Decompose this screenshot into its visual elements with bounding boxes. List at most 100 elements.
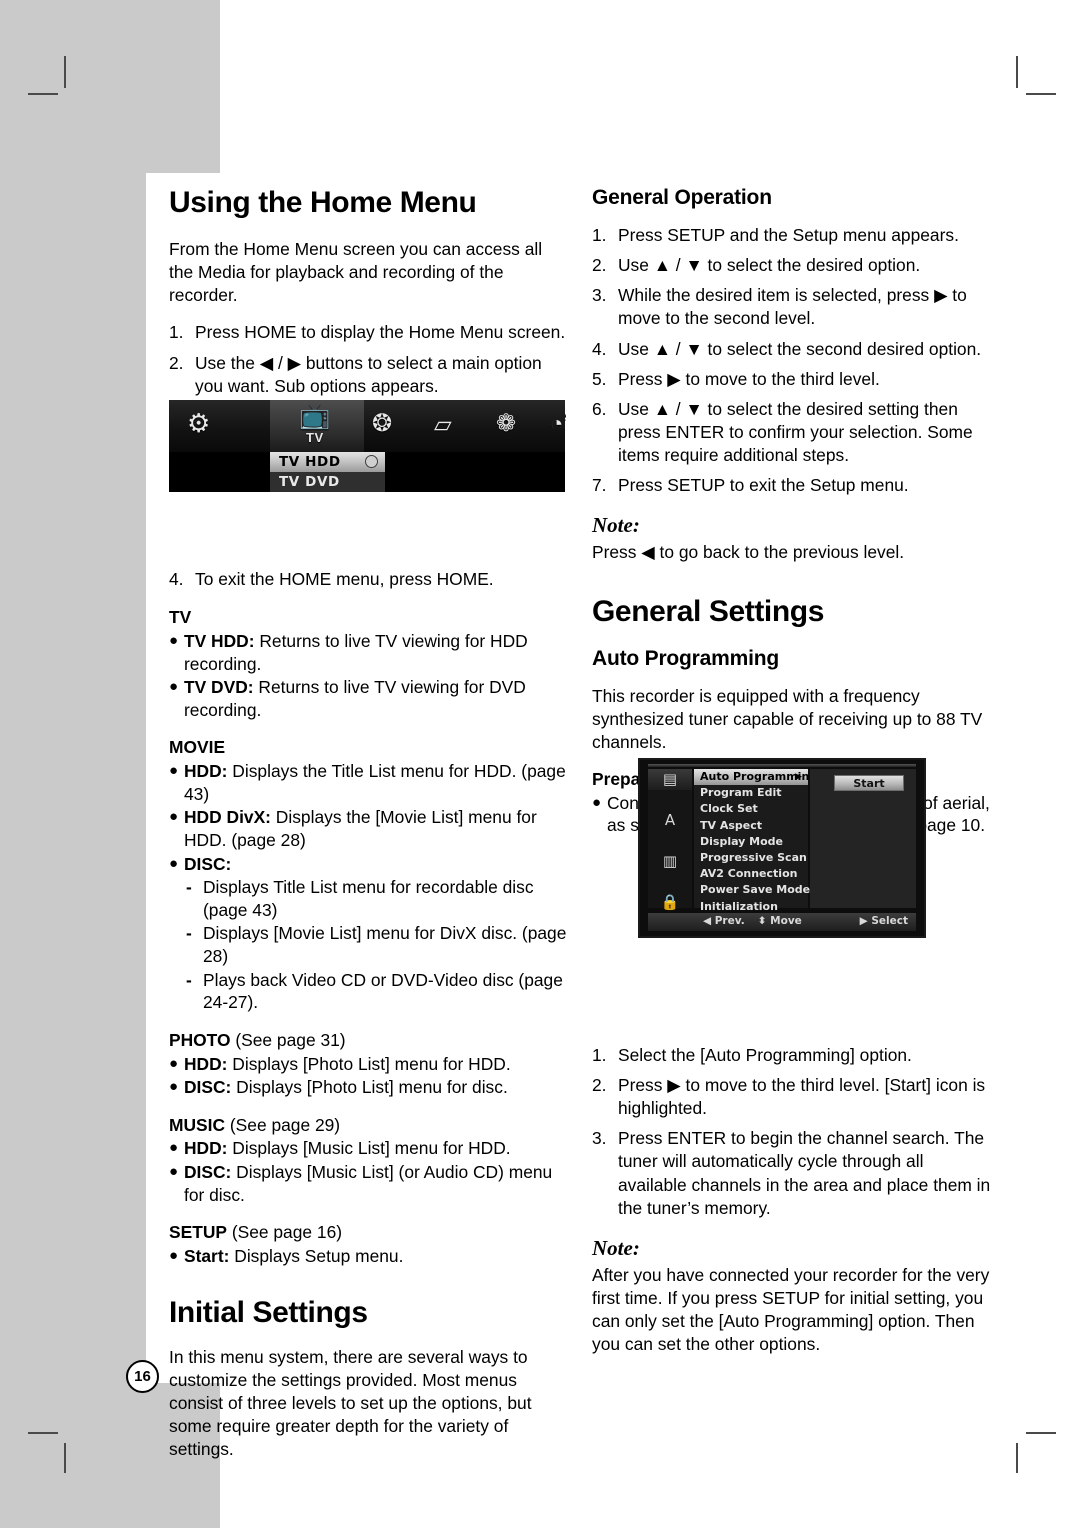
setup-item-label: Initialization [700, 899, 778, 913]
step-number: 6. [592, 398, 607, 419]
bullet-body: Displays [Music List] menu for HDD. [227, 1138, 511, 1159]
bullet-dot-icon: ● [169, 678, 179, 696]
group-title-suffix: (See page 16) [226, 1222, 343, 1243]
setup-item-display-mode[interactable]: Display Mode [694, 834, 808, 850]
music-icon[interactable]: ❁ [496, 409, 516, 438]
bullet-text: HDD: Displays [Photo List] menu for HDD. [184, 1053, 569, 1076]
dash-item: - Plays back Video CD or DVD-Video disc … [169, 969, 569, 1014]
setup-item-av2-connection[interactable]: AV2 Connection [694, 866, 808, 882]
lock-icon[interactable]: 🔒 [648, 892, 692, 913]
setup-gear-icon[interactable]: ⚙ [187, 408, 210, 439]
dash-marker: - [186, 923, 192, 944]
recording-film-icon[interactable]: ▦ [648, 933, 692, 936]
group-title-suffix: (See page 29) [225, 1114, 341, 1135]
auto-programming-paragraph: This recorder is equipped with a frequen… [592, 685, 983, 752]
note-text-general-operation: Press ◀ to go back to the previous level… [592, 542, 905, 563]
step-text: Use ▲ / ▼ to select the desired option. [618, 255, 921, 276]
section-title-initial-settings: Initial Settings [169, 1295, 368, 1329]
tv-icon[interactable]: 📺 [299, 402, 330, 431]
step-text: To exit the HOME menu, press HOME. [195, 569, 494, 590]
auto-programming-steps-list: 1. Select the [Auto Programming] option.… [592, 1044, 992, 1220]
submenu-item-tv-hdd[interactable]: TV HDD [270, 452, 385, 472]
subsection-title-auto-programming: Auto Programming [592, 646, 779, 670]
step-item: 4. Use ▲ / ▼ to select the second desire… [592, 338, 992, 361]
bullet-item: ● DISC: Displays [Photo List] menu for d… [169, 1076, 569, 1099]
step-item: 6. Use ▲ / ▼ to select the desired setti… [592, 398, 992, 467]
setup-item-clock-set[interactable]: Clock Set [694, 801, 808, 817]
step-item: 5. Press ▶ to move to the third level. [592, 368, 992, 391]
submenu-item-tv-dvd[interactable]: TV DVD [270, 472, 385, 492]
setup-item-progressive-scan[interactable]: Progressive Scan [694, 850, 808, 866]
step-number: 1. [592, 1044, 607, 1065]
step-text: While the desired item is selected, pres… [618, 285, 967, 329]
crop-mark-bottom-left-horizontal [28, 1432, 58, 1434]
display-icon[interactable]: ▤ [648, 769, 692, 790]
general-operation-steps-list: 1. Press SETUP and the Setup menu appear… [592, 224, 992, 497]
home-menu-screenshot: ⚙ 📺 TV ❂ ▱ ❁ ◔ TV HDD TV DVD [169, 400, 565, 492]
footer-hints: ◀ Prev. ⬍ Move [703, 915, 802, 927]
bullet-text: HDD DivX: Displays the [Movie List] menu… [184, 806, 569, 851]
setup-item-label: Power Save Mode [700, 883, 811, 897]
bullet-body: Displays Setup menu. [229, 1245, 404, 1266]
setup-menu-screenshot: ▤ A ▥ 🔒 ▦ ◉ Auto Programming ▶ Program E… [638, 758, 926, 938]
setup-item-label: Program Edit [700, 786, 782, 800]
manual-page: 16 Using the Home Menu From the Home Men… [0, 0, 1080, 1528]
step-number: 1. [169, 322, 184, 343]
setup-menu-third-level-pane: Start [810, 769, 916, 908]
section-title-general-operation: General Operation [592, 186, 772, 209]
rail-spacer [648, 872, 692, 893]
language-icon[interactable]: A [648, 810, 692, 831]
setup-item-label: AV2 Connection [700, 867, 798, 881]
step-item: 3. Press ENTER to begin the channel sear… [592, 1127, 992, 1220]
setup-item-label: TV Aspect [700, 818, 763, 832]
dash-item: - Displays Title List menu for recordabl… [169, 876, 569, 921]
crop-mark-top-left-horizontal [28, 93, 58, 95]
bullet-dot-icon: ● [169, 808, 179, 826]
start-button[interactable]: Start [834, 775, 904, 791]
note-text-auto-programming: After you have connected your recorder f… [592, 1264, 990, 1355]
section-title-general-settings: General Settings [592, 594, 825, 628]
setup-item-program-edit[interactable]: Program Edit [694, 785, 808, 801]
rail-spacer [648, 790, 692, 811]
dash-marker: - [186, 877, 192, 898]
home-menu-intro-paragraph: From the Home Menu screen you can access… [169, 239, 543, 306]
setup-item-auto-programming[interactable]: Auto Programming ▶ [694, 769, 817, 786]
submenu-item-label: TV HDD [279, 454, 341, 470]
bullet-text: DISC: Displays [Photo List] menu for dis… [184, 1076, 569, 1099]
bullet-text: Start: Displays Setup menu. [184, 1245, 569, 1268]
setup-item-tv-aspect[interactable]: TV Aspect [694, 818, 808, 834]
step-number: 3. [592, 285, 607, 306]
setup-item-power-save-mode[interactable]: Power Save Mode [694, 882, 811, 898]
crop-mark-top-left-vertical [64, 56, 66, 88]
bullet-text: HDD: Displays the Title List menu for HD… [184, 760, 569, 805]
bullet-dot-icon: ● [169, 1054, 179, 1072]
group-title: MUSIC [169, 1114, 226, 1135]
step-text: Press ENTER to begin the channel search.… [618, 1128, 991, 1218]
group-title: SETUP [169, 1222, 227, 1243]
step-number: 4. [592, 338, 607, 359]
step-text: Use ▲ / ▼ to select the second desired o… [618, 338, 982, 359]
step-item: 1. Press SETUP and the Setup menu appear… [592, 224, 992, 247]
movie-reel-icon[interactable]: ❂ [372, 409, 392, 438]
photo-icon[interactable]: ▱ [434, 411, 452, 438]
grey-bleed-band-middle [0, 173, 146, 1383]
bullet-item: ● Start: Displays Setup menu. [169, 1245, 569, 1268]
note-label-auto-programming: Note: [592, 1235, 640, 1260]
bullet-lead: Start: [184, 1245, 230, 1266]
group-heading-photo: PHOTO (See page 31) [169, 1029, 569, 1052]
bullet-dot-icon: ● [169, 1139, 179, 1157]
bullet-item: ● HDD: Displays [Photo List] menu for HD… [169, 1053, 569, 1076]
hdd-indicator-icon [365, 455, 378, 468]
bullet-dot-icon: ● [169, 1163, 179, 1181]
audio-icon[interactable]: ▥ [648, 851, 692, 872]
initial-settings-paragraph: In this menu system, there are several w… [169, 1346, 532, 1460]
bullet-lead: HDD: [184, 1138, 228, 1159]
crop-mark-bottom-right-horizontal [1026, 1432, 1056, 1434]
footer-prev-hint: ◀ Prev. [703, 915, 745, 927]
bullet-lead: HDD: [184, 761, 228, 782]
step-text: Use ▲ / ▼ to select the desired setting … [618, 398, 973, 466]
dash-text: Displays [Movie List] menu for DivX disc… [203, 923, 567, 967]
bullet-item: ● HDD: Displays [Music List] menu for HD… [169, 1137, 569, 1160]
group-bullets-movie: ● HDD: Displays the Title List menu for … [169, 760, 569, 1014]
bullet-lead: DISC: [184, 1162, 232, 1183]
